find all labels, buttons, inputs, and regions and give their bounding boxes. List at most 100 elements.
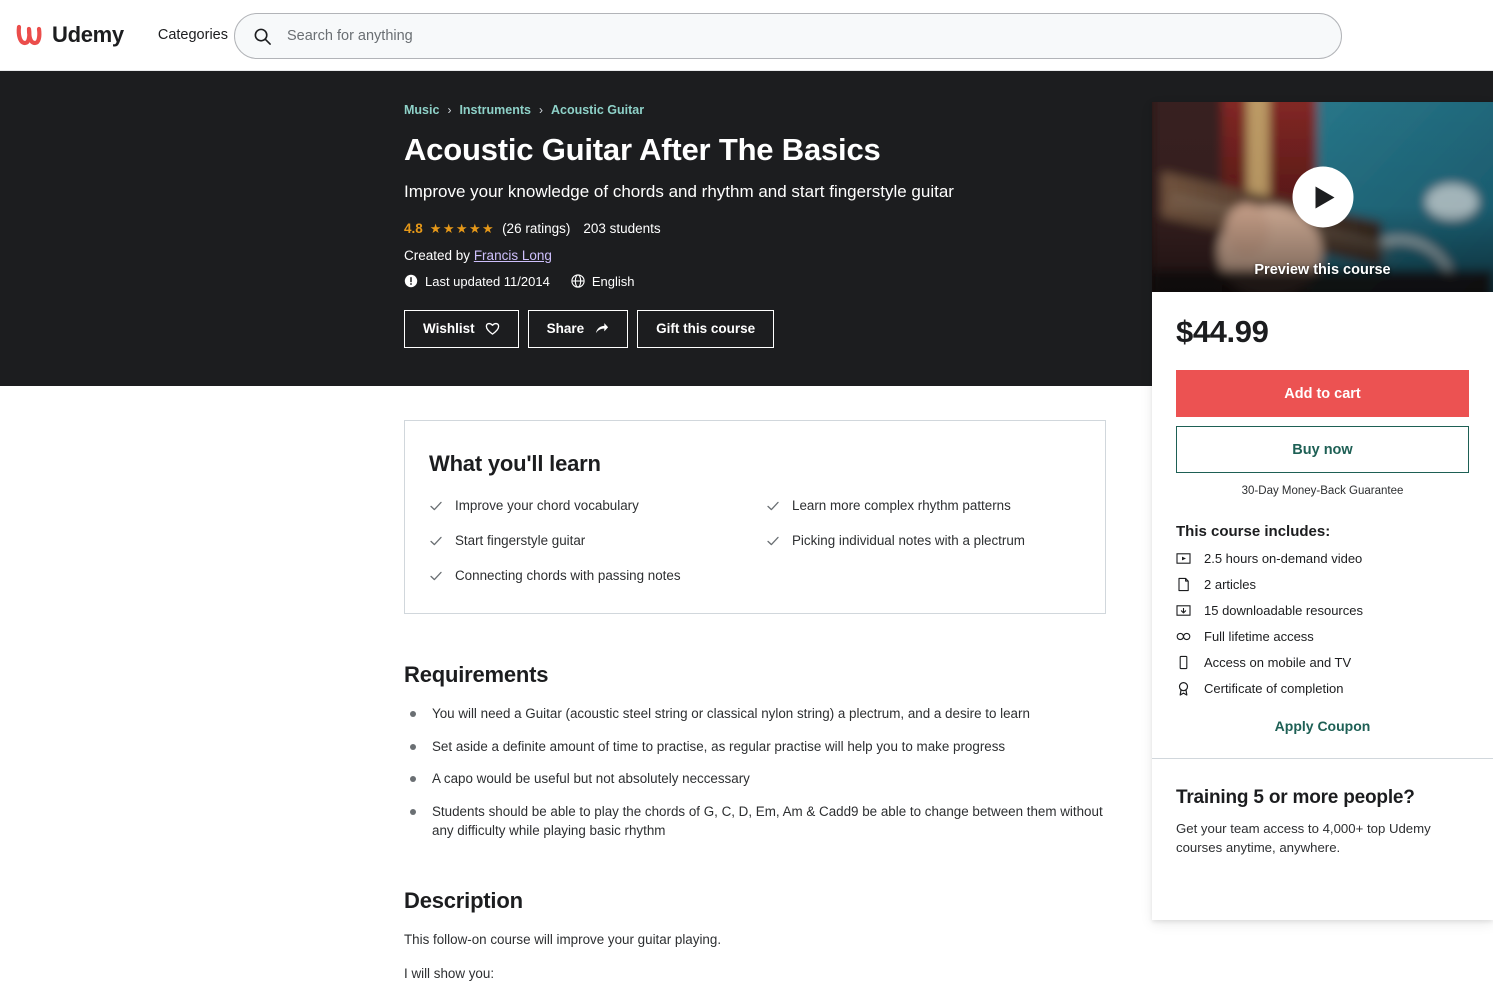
instructor-link[interactable]: Francis Long bbox=[474, 248, 552, 263]
video-play-box-icon bbox=[1176, 551, 1191, 566]
infinity-icon bbox=[1176, 629, 1191, 644]
globe-icon bbox=[571, 274, 585, 288]
include-item: Access on mobile and TV bbox=[1176, 655, 1469, 670]
star-rating-icon: ★★★★★ bbox=[429, 220, 496, 236]
requirement-item-label: Students should be able to play the chor… bbox=[432, 803, 1103, 839]
udemy-logo[interactable]: Udemy bbox=[12, 18, 124, 52]
breadcrumb: Music › Instruments › Acoustic Guitar bbox=[404, 103, 1124, 117]
check-icon bbox=[429, 534, 443, 548]
nav-categories[interactable]: Categories bbox=[158, 27, 228, 43]
add-to-cart-button[interactable]: Add to cart bbox=[1176, 370, 1469, 417]
course-subtitle: Improve your knowledge of chords and rhy… bbox=[404, 181, 954, 201]
breadcrumb-separator: › bbox=[447, 103, 452, 117]
include-item: Certificate of completion bbox=[1176, 681, 1469, 696]
learn-item: Connecting chords with passing notes bbox=[429, 567, 740, 585]
training-title: Training 5 or more people? bbox=[1176, 787, 1415, 808]
last-updated-label: Last updated 11/2014 bbox=[425, 273, 550, 289]
include-item-label: Access on mobile and TV bbox=[1204, 655, 1352, 670]
course-includes-list: 2.5 hours on-demand video 2 articles 15 … bbox=[1176, 551, 1469, 696]
bullet-icon bbox=[410, 711, 416, 718]
purchase-card: Preview this course $44.99 Add to cart B… bbox=[1152, 102, 1493, 920]
share-button[interactable]: Share bbox=[527, 309, 629, 348]
search-bar[interactable] bbox=[234, 13, 1342, 59]
bullet-icon bbox=[410, 776, 416, 783]
bullet-icon bbox=[410, 743, 416, 750]
check-icon bbox=[429, 499, 443, 513]
requirements-list: You will need a Guitar (acoustic steel s… bbox=[404, 704, 1106, 840]
download-box-icon bbox=[1176, 603, 1191, 618]
course-price: $44.99 bbox=[1176, 314, 1269, 349]
learn-item-label: Learn more complex rhythm patterns bbox=[792, 498, 1011, 513]
purchase-card-body: $44.99 Add to cart Buy now 30-Day Money-… bbox=[1152, 292, 1493, 758]
udemy-u-logo-icon bbox=[12, 18, 46, 52]
include-item: Full lifetime access bbox=[1176, 629, 1469, 644]
share-button-label: Share bbox=[546, 321, 585, 337]
gift-this-course-button[interactable]: Gift this course bbox=[637, 309, 775, 348]
requirement-item-label: Set aside a definite amount of time to p… bbox=[432, 738, 1006, 754]
check-icon bbox=[429, 569, 443, 583]
learn-item-label: Picking individual notes with a plectrum bbox=[792, 533, 1025, 549]
breadcrumb-item-music[interactable]: Music bbox=[404, 103, 439, 117]
breadcrumb-item-acoustic-guitar[interactable]: Acoustic Guitar bbox=[551, 103, 644, 117]
info-circle-icon bbox=[404, 274, 418, 288]
heart-icon bbox=[485, 321, 500, 336]
share-arrow-icon bbox=[594, 321, 609, 336]
requirement-item: Students should be able to play the chor… bbox=[404, 802, 1106, 841]
requirement-item-label: A capo would be useful but not absolutel… bbox=[432, 771, 750, 787]
what-you-will-learn-grid: Improve your chord vocabulary Learn more… bbox=[429, 497, 1077, 585]
course-title: Acoustic Guitar After The Basics bbox=[404, 132, 881, 167]
training-text: Get your team access to 4,000+ top Udemy… bbox=[1176, 821, 1431, 856]
search-icon bbox=[253, 27, 272, 46]
search-input[interactable] bbox=[287, 21, 1187, 51]
apply-coupon-link[interactable]: Apply Coupon bbox=[1176, 718, 1469, 758]
course-preview-video[interactable]: Preview this course bbox=[1152, 102, 1493, 292]
what-you-will-learn-title: What you'll learn bbox=[429, 451, 601, 476]
include-item: 2 articles bbox=[1176, 577, 1469, 592]
breadcrumb-item-instruments[interactable]: Instruments bbox=[459, 103, 531, 117]
include-item-label: Full lifetime access bbox=[1204, 629, 1314, 644]
requirements-title: Requirements bbox=[404, 662, 549, 688]
description-title: Description bbox=[404, 888, 523, 914]
include-item-label: Certificate of completion bbox=[1204, 681, 1344, 696]
description-paragraph: This follow-on course will improve your … bbox=[404, 932, 722, 948]
created-by-row: Created by Francis Long bbox=[404, 248, 1124, 263]
gift-button-label: Gift this course bbox=[656, 321, 756, 337]
money-back-guarantee: 30-Day Money-Back Guarantee bbox=[1241, 485, 1404, 497]
learn-item: Learn more complex rhythm patterns bbox=[766, 497, 1077, 515]
requirement-item: A capo would be useful but not absolutel… bbox=[404, 769, 1106, 788]
learn-item-label: Improve your chord vocabulary bbox=[455, 498, 639, 513]
learn-item: Picking individual notes with a plectrum bbox=[766, 532, 1077, 550]
language-label: English bbox=[591, 273, 635, 289]
course-main-content: What you'll learn Improve your chord voc… bbox=[404, 386, 1106, 997]
course-includes-title: This course includes: bbox=[1176, 523, 1331, 540]
include-item-label: 15 downloadable resources bbox=[1204, 603, 1363, 618]
preview-label: Preview this course bbox=[1254, 262, 1391, 278]
play-triangle bbox=[1315, 186, 1335, 208]
check-icon bbox=[766, 534, 780, 548]
wishlist-button-label: Wishlist bbox=[423, 321, 475, 337]
requirement-item: Set aside a definite amount of time to p… bbox=[404, 737, 1106, 756]
learn-item-label: Connecting chords with passing notes bbox=[455, 568, 681, 584]
description-body: This follow-on course will improve your … bbox=[404, 930, 1106, 983]
mobile-device-icon bbox=[1176, 655, 1191, 670]
course-meta-row: Last updated 11/2014 English bbox=[404, 274, 1124, 289]
breadcrumb-separator: › bbox=[538, 103, 543, 117]
bullet-icon bbox=[410, 808, 416, 815]
rating-value: 4.8 bbox=[404, 221, 423, 237]
description-paragraph: I will show you: bbox=[404, 965, 495, 981]
requirement-item: You will need a Guitar (acoustic steel s… bbox=[404, 704, 1106, 723]
include-item-label: 2 articles bbox=[1204, 577, 1257, 592]
rating-count[interactable]: (26 ratings) bbox=[502, 221, 570, 236]
check-icon bbox=[766, 499, 780, 513]
buy-now-button[interactable]: Buy now bbox=[1176, 426, 1469, 473]
certificate-badge-icon bbox=[1176, 681, 1191, 696]
article-page-icon bbox=[1176, 577, 1191, 592]
include-item: 15 downloadable resources bbox=[1176, 603, 1469, 618]
created-by-label: Created by bbox=[404, 247, 471, 263]
student-count: 203 students bbox=[583, 221, 661, 237]
play-icon[interactable] bbox=[1292, 166, 1353, 228]
what-you-will-learn-section: What you'll learn Improve your chord voc… bbox=[404, 420, 1106, 615]
wishlist-button[interactable]: Wishlist bbox=[404, 309, 519, 348]
requirement-item-label: You will need a Guitar (acoustic steel s… bbox=[432, 706, 1030, 722]
include-item: 2.5 hours on-demand video bbox=[1176, 551, 1469, 566]
